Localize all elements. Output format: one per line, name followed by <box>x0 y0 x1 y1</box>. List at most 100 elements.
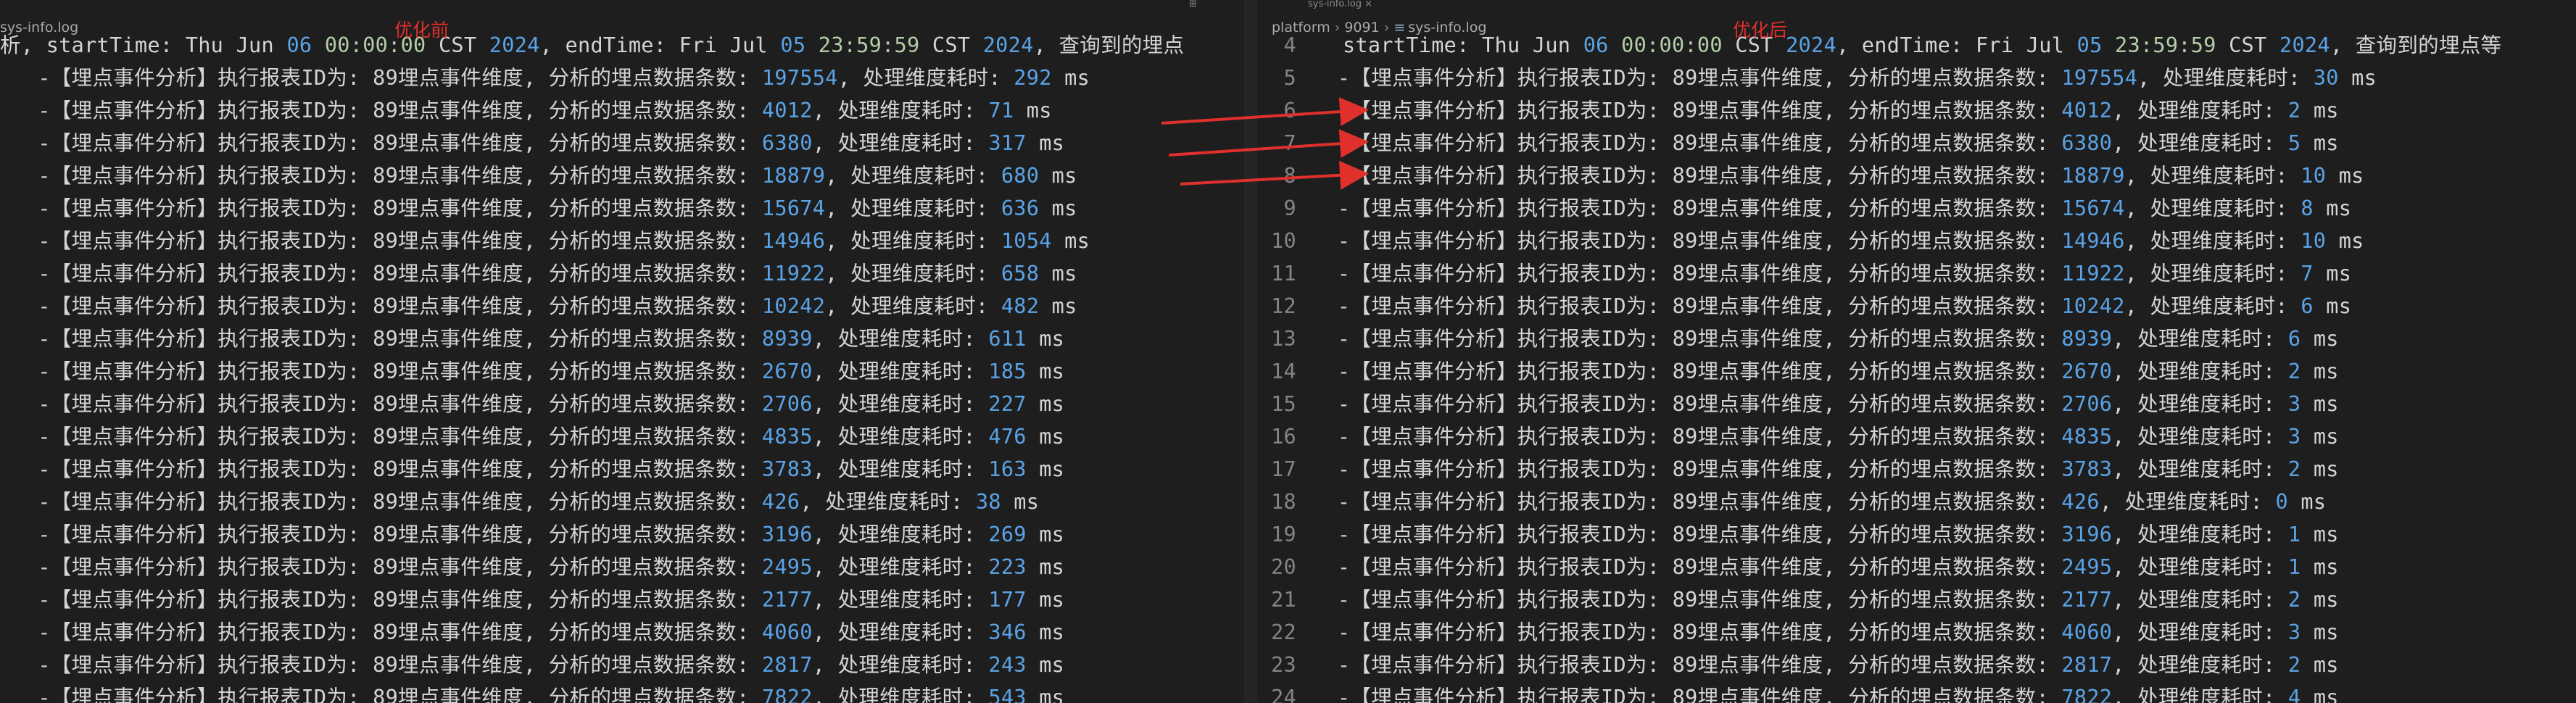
unit-ms: ms <box>2300 457 2339 481</box>
log-dimension: 埋点事件维度, 分析的埋点数据条数: <box>398 66 762 90</box>
log-prefix: 【埋点事件分析】执行报表ID为: <box>1350 99 1673 122</box>
report-id: 89 <box>373 392 399 416</box>
fold-dash: - <box>38 392 51 416</box>
elapsed-ms: 2 <box>2287 653 2301 677</box>
fold-dash: - <box>1337 555 1351 579</box>
line-number: 21 <box>1271 588 1296 612</box>
record-count: 10242 <box>2061 294 2125 318</box>
record-count: 2495 <box>2061 555 2113 579</box>
log-prefix: 【埋点事件分析】执行报表ID为: <box>50 490 373 514</box>
log-separator: , 处理维度耗时: <box>2112 686 2288 703</box>
report-id: 89 <box>1672 653 1698 677</box>
log-line: -【埋点事件分析】执行报表ID为: 89埋点事件维度, 分析的埋点数据条数: 4… <box>0 616 1184 649</box>
line-number: 8 <box>1283 164 1296 188</box>
log-dimension: 埋点事件维度, 分析的埋点数据条数: <box>398 653 762 677</box>
log-line: 5 -【埋点事件分析】执行报表ID为: 89埋点事件维度, 分析的埋点数据条数:… <box>1257 62 2501 94</box>
unit-ms: ms <box>1026 425 1065 449</box>
report-id: 89 <box>1672 490 1698 514</box>
editor-pane-before[interactable]: ⊞ sys-info.log 析, startTime: Thu Jun 06 … <box>0 0 1244 703</box>
log-line: 8 -【埋点事件分析】执行报表ID为: 89埋点事件维度, 分析的埋点数据条数:… <box>1257 159 2501 192</box>
editor-tab[interactable]: sys-info.log × <box>1308 0 1372 9</box>
unit-ms: ms <box>1001 490 1040 514</box>
log-prefix: 【埋点事件分析】执行报表ID为: <box>1350 392 1673 416</box>
log-prefix: 【埋点事件分析】执行报表ID为: <box>50 294 373 318</box>
record-count: 2817 <box>761 653 813 677</box>
unit-ms: ms <box>1051 229 1090 253</box>
editor-pane-after[interactable]: sys-info.log × platform › 9091 › ≡ sys-info.l… <box>1257 0 2576 703</box>
log-separator: , 处理维度耗时: <box>2124 229 2301 253</box>
unit-ms: ms <box>1039 196 1077 220</box>
fold-dash: - <box>38 262 51 286</box>
log-prefix: 【埋点事件分析】执行报表ID为: <box>1350 588 1673 612</box>
line-number: 16 <box>1271 425 1296 449</box>
log-prefix: 【埋点事件分析】执行报表ID为: <box>1350 457 1673 481</box>
log-line: 12 -【埋点事件分析】执行报表ID为: 89埋点事件维度, 分析的埋点数据条数… <box>1257 290 2501 323</box>
log-prefix: 【埋点事件分析】执行报表ID为: <box>1350 425 1673 449</box>
report-id: 89 <box>373 490 399 514</box>
line-number: 20 <box>1271 555 1296 579</box>
log-line: -【埋点事件分析】执行报表ID为: 89埋点事件维度, 分析的埋点数据条数: 2… <box>0 388 1184 420</box>
unit-ms: ms <box>1014 99 1052 122</box>
log-line: 14 -【埋点事件分析】执行报表ID为: 89埋点事件维度, 分析的埋点数据条数… <box>1257 355 2501 388</box>
fold-dash: - <box>38 653 51 677</box>
log-separator: , 处理维度耗时: <box>2124 294 2301 318</box>
log-separator: , 处理维度耗时: <box>2112 457 2288 481</box>
record-count: 18879 <box>761 164 826 188</box>
elapsed-ms: 10 <box>2300 229 2327 253</box>
line-number: 12 <box>1271 294 1296 318</box>
elapsed-ms: 2 <box>2287 359 2301 383</box>
split-divider[interactable] <box>1244 0 1257 703</box>
log-separator: , 处理维度耗时: <box>812 588 989 612</box>
fold-dash: - <box>1337 392 1351 416</box>
elapsed-ms: 163 <box>988 457 1027 481</box>
elapsed-ms: 3 <box>2287 425 2301 449</box>
fold-dash: - <box>1337 294 1351 318</box>
log-dimension: 埋点事件维度, 分析的埋点数据条数: <box>398 588 762 612</box>
report-id: 89 <box>373 99 399 122</box>
elapsed-ms: 269 <box>988 523 1027 546</box>
elapsed-ms: 1 <box>2287 523 2301 546</box>
report-id: 89 <box>373 425 399 449</box>
unit-ms: ms <box>1026 131 1065 155</box>
fold-dash: - <box>1337 262 1351 286</box>
report-id: 89 <box>1672 262 1698 286</box>
header-line-after: 4 startTime: Thu Jun 06 00:00:00 CST 2024… <box>1257 29 2502 62</box>
report-id: 89 <box>373 620 399 644</box>
line-number: 14 <box>1271 359 1296 383</box>
fold-dash: - <box>38 425 51 449</box>
line-number: 17 <box>1271 457 1296 481</box>
log-line: 16 -【埋点事件分析】执行报表ID为: 89埋点事件维度, 分析的埋点数据条数… <box>1257 420 2501 453</box>
header-line-before: 析, startTime: Thu Jun 06 00:00:00 CST 20… <box>0 33 1185 57</box>
log-dimension: 埋点事件维度, 分析的埋点数据条数: <box>1697 294 2062 318</box>
log-dimension: 埋点事件维度, 分析的埋点数据条数: <box>398 196 762 220</box>
log-prefix: 【埋点事件分析】执行报表ID为: <box>50 653 373 677</box>
log-line: -【埋点事件分析】执行报表ID为: 89埋点事件维度, 分析的埋点数据条数: 1… <box>0 290 1184 323</box>
log-dimension: 埋点事件维度, 分析的埋点数据条数: <box>398 262 762 286</box>
split-editor-icon[interactable]: ⊞ <box>1189 0 1197 9</box>
fold-dash: - <box>1337 425 1351 449</box>
log-separator: , 处理维度耗时: <box>2124 196 2301 220</box>
elapsed-ms: 5 <box>2287 131 2301 155</box>
log-separator: , 处理维度耗时: <box>812 392 989 416</box>
record-count: 2817 <box>2061 653 2113 677</box>
log-prefix: 【埋点事件分析】执行报表ID为: <box>1350 66 1673 90</box>
record-count: 11922 <box>2061 262 2125 286</box>
log-dimension: 埋点事件维度, 分析的埋点数据条数: <box>1697 164 2062 188</box>
fold-dash: - <box>1337 66 1351 90</box>
log-prefix: 【埋点事件分析】执行报表ID为: <box>50 359 373 383</box>
log-separator: , 处理维度耗时: <box>2112 620 2288 644</box>
fold-dash: - <box>38 164 51 188</box>
elapsed-ms: 6 <box>2287 327 2301 351</box>
annotation-after-optimization: 优化后 <box>1733 20 1788 41</box>
unit-ms: ms <box>2300 425 2339 449</box>
unit-ms: ms <box>2300 392 2339 416</box>
fold-dash: - <box>38 66 51 90</box>
elapsed-ms: 7 <box>2300 262 2314 286</box>
line-number: 18 <box>1271 490 1296 514</box>
record-count: 426 <box>2061 490 2100 514</box>
elapsed-ms: 0 <box>2275 490 2288 514</box>
record-count: 14946 <box>2061 229 2125 253</box>
report-id: 89 <box>1672 196 1698 220</box>
log-separator: , 处理维度耗时: <box>825 164 1001 188</box>
unit-ms: ms <box>1026 653 1065 677</box>
